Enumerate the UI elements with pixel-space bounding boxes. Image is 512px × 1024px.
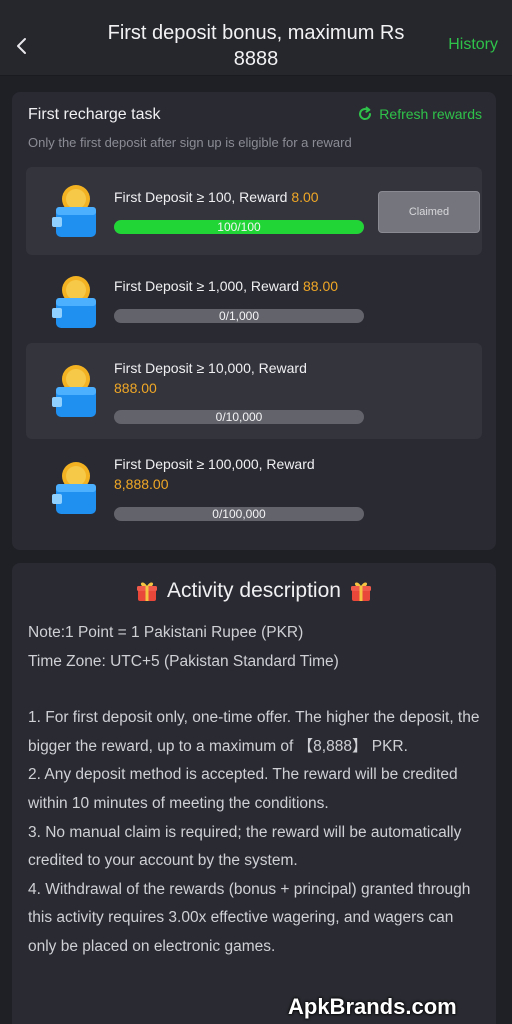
tier-1-label: First Deposit ≥ 100, Reward 8.00: [114, 189, 319, 205]
page-title: First deposit bonus, maximum Rs 8888: [107, 22, 405, 70]
tier-3-progress-bar: 0/10,000: [114, 410, 364, 424]
tier-4-reward: 8,888.00: [114, 476, 169, 492]
activity-description-panel: Activity description Note:1 Point = 1 Pa…: [12, 563, 496, 1024]
tier-1-progress-bar: 100/100: [114, 220, 364, 234]
deposit-tier-4: First Deposit ≥ 100,000, Reward 8,888.00 …: [26, 442, 482, 538]
top-app-bar: First deposit bonus, maximum Rs 8888 His…: [0, 0, 512, 76]
task-panel-title: First recharge task: [28, 106, 161, 123]
task-panel-subtitle: Only the first deposit after sign up is …: [28, 135, 352, 150]
deposit-tier-2: First Deposit ≥ 1,000, Reward 88.00 0/1,…: [26, 258, 482, 346]
tier-3-label: First Deposit ≥ 10,000, Reward 888.00: [114, 360, 307, 396]
first-recharge-task-panel: First recharge task Refresh rewards Only…: [12, 92, 496, 550]
tier-3-reward: 888.00: [114, 380, 157, 396]
tier-2-progress-bar: 0/1,000: [114, 309, 364, 323]
refresh-rewards-label: Refresh rewards: [379, 106, 482, 122]
timezone-line: Time Zone: UTC+5 (Pakistan Standard Time…: [28, 652, 339, 670]
history-link[interactable]: History: [448, 36, 498, 54]
note-line: Note:1 Point = 1 Pakistani Rupee (PKR): [28, 624, 304, 641]
tier-1-reward: 8.00: [291, 189, 319, 205]
wallet-coin-icon: [52, 276, 96, 328]
tier-3-progress-text: 0/10,000: [215, 410, 263, 424]
rule-4: 4. Withdrawal of the rewards (bonus + pr…: [28, 880, 471, 955]
deposit-tier-1: First Deposit ≥ 100, Reward 8.00 100/100…: [26, 167, 482, 255]
tier-4-label: First Deposit ≥ 100,000, Reward 8,888.00: [114, 456, 315, 492]
activity-description-body: Note:1 Point = 1 Pakistani Rupee (PKR) T…: [28, 619, 484, 962]
activity-description-heading: Activity description: [12, 579, 496, 603]
tier-4-progress-text: 0/100,000: [212, 507, 266, 521]
wallet-coin-icon: [52, 462, 96, 514]
deposit-tier-3: First Deposit ≥ 10,000, Reward 888.00 0/1…: [26, 343, 482, 439]
watermark: ApkBrands.com: [288, 994, 457, 1019]
tier-2-progress-text: 0/1,000: [218, 309, 260, 323]
tier-2-label: First Deposit ≥ 1,000, Reward 88.00: [114, 278, 339, 294]
wallet-coin-icon: [52, 365, 96, 417]
activity-description-title: Activity description: [167, 579, 341, 602]
back-chevron-icon: [17, 38, 26, 54]
back-button[interactable]: [10, 32, 34, 60]
rule-3: 3. No manual claim is required; the rewa…: [28, 823, 462, 870]
rule-1: 1. For first deposit only, one-time offe…: [28, 709, 480, 755]
tier-4-progress-bar: 0/100,000: [114, 507, 364, 521]
tier-1-progress-text: 100/100: [217, 220, 261, 234]
refresh-icon: [359, 106, 372, 120]
refresh-rewards-button[interactable]: Refresh rewards: [357, 106, 482, 122]
gift-icon: [137, 582, 158, 601]
gift-icon: [350, 582, 371, 601]
claimed-button[interactable]: Claimed: [378, 191, 480, 233]
tier-2-reward: 88.00: [302, 278, 339, 294]
rule-2: 2. Any deposit method is accepted. The r…: [28, 766, 458, 812]
wallet-coin-icon: [52, 185, 96, 237]
